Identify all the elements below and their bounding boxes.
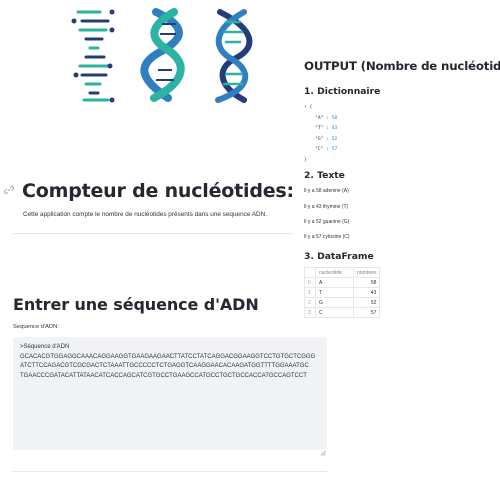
text-line: Il y a 57 cytosine (C): [304, 234, 350, 240]
cell-nucleotide: G: [315, 297, 354, 308]
dna-logo-icon: [68, 8, 268, 103]
dict-heading: 1. Dictionnaire: [304, 86, 381, 97]
column-header-nombres[interactable]: nombres: [352, 267, 381, 278]
resize-handle-icon[interactable]: [320, 443, 326, 456]
json-entry: "C" : 57: [315, 147, 338, 152]
cell-count: 57: [352, 307, 381, 318]
text-heading: 2. Texte: [304, 170, 345, 181]
dataframe-table[interactable]: nucleotide nombres 0 A 58 1 T 43 2 G 52 …: [304, 267, 381, 318]
sequence-input-label: Sequence d'ADN:: [13, 324, 59, 330]
row-index: 1: [304, 287, 316, 298]
collapse-caret-icon[interactable]: ▾: [304, 105, 307, 110]
json-entry: "T" : 43: [315, 126, 338, 131]
output-title: OUTPUT (Nombre de nucléotides): [304, 59, 500, 73]
table-row: 3 C 57: [304, 307, 381, 318]
text-line: Il y a 52 guanine (G): [304, 219, 350, 225]
app-description: Cette application compte le nombre de nu…: [23, 211, 268, 218]
cell-count: 58: [352, 277, 381, 288]
page-title-colon: :: [286, 180, 295, 202]
json-entry: "G" : 52: [315, 136, 338, 142]
cell-nucleotide: A: [315, 277, 354, 288]
row-index: 3: [304, 307, 316, 318]
table-row: 2 G 52: [304, 297, 381, 308]
sequence-textarea[interactable]: >Séquence d'ADN GCACACGTGGAGGCAAACAGGAAG…: [13, 337, 327, 450]
input-section-heading: Entrer une séquence d'ADN: [13, 295, 259, 314]
cell-nucleotide: C: [315, 307, 354, 318]
link-icon[interactable]: [3, 185, 16, 197]
json-entry: "A" : 58: [315, 115, 338, 121]
row-index: 0: [304, 277, 316, 288]
text-line: Il y a 58 adenine (A): [304, 188, 349, 194]
json-viewer: ▾ { "A" : 58 "T" : 43 "G" : 52 "C" : 57 …: [304, 105, 338, 163]
column-header-nucleotide[interactable]: nucleotide: [315, 267, 354, 278]
cell-count: 52: [352, 297, 381, 308]
dataframe-heading: 3. DataFrame: [304, 251, 374, 262]
page-title: Compteur de nucléotides: [22, 180, 287, 202]
title-row: Compteur de nucléotides:: [3, 180, 295, 202]
cell-nucleotide: T: [315, 287, 354, 298]
table-row: 0 A 58: [304, 277, 381, 288]
index-header: [304, 267, 316, 278]
divider: [13, 233, 293, 234]
text-line: Il y a 43 thymine (T): [304, 204, 349, 210]
cell-count: 43: [352, 287, 381, 298]
row-index: 2: [304, 297, 316, 308]
table-row: 1 T 43: [304, 287, 381, 298]
divider: [13, 471, 327, 472]
